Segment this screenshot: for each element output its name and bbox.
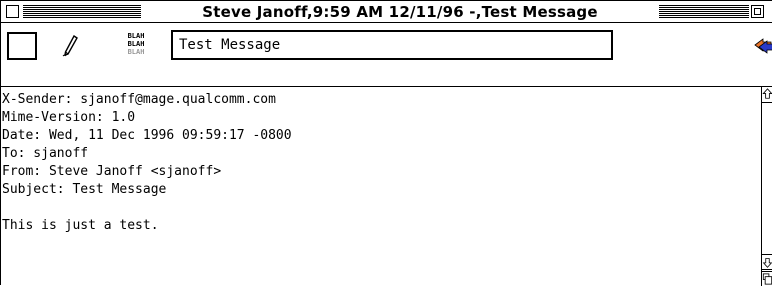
message-toolbar: BLAH BLAH BLAH Test Message [1, 23, 772, 87]
message-headers: X-Sender: sjanoff@mage.qualcomm.com Mime… [1, 87, 761, 217]
scroll-down-arrow-icon[interactable] [762, 254, 772, 270]
grow-box-icon[interactable] [762, 271, 772, 286]
header-to: To: sjanoff [2, 146, 89, 161]
window-title: Steve Janoff,9:59 AM 12/11/96 -,Test Mes… [147, 2, 653, 22]
scroll-track[interactable] [762, 103, 772, 254]
vertical-scrollbar[interactable] [761, 87, 772, 286]
blah-line: BLAH [127, 48, 145, 56]
title-bar-stripes-left [23, 5, 141, 18]
pencil-icon[interactable] [59, 33, 81, 59]
zoom-box-icon[interactable] [751, 5, 764, 18]
send-arrow-icon[interactable] [753, 31, 772, 57]
header-from: From: Steve Janoff <sjanoff> [2, 164, 222, 179]
blah-line: BLAH [127, 40, 145, 48]
header-date: Date: Wed, 11 Dec 1996 09:59:17 -0800 [2, 128, 292, 143]
message-window: Steve Janoff,9:59 AM 12/11/96 -,Test Mes… [0, 0, 772, 286]
message-text: This is just a test. [1, 217, 761, 235]
close-box-icon[interactable] [6, 5, 19, 18]
title-bar-stripes-right [659, 5, 749, 18]
subject-field[interactable]: Test Message [171, 30, 613, 60]
body-line: This is just a test. [2, 218, 159, 233]
scroll-up-arrow-icon[interactable] [762, 87, 772, 103]
priority-box-icon[interactable] [7, 32, 37, 60]
header-x-sender: X-Sender: sjanoff@mage.qualcomm.com [2, 92, 276, 107]
title-bar[interactable]: Steve Janoff,9:59 AM 12/11/96 -,Test Mes… [1, 1, 772, 23]
blah-blah-icon[interactable]: BLAH BLAH BLAH [123, 32, 149, 60]
message-body[interactable]: X-Sender: sjanoff@mage.qualcomm.com Mime… [1, 87, 761, 286]
blah-line: BLAH [127, 32, 145, 40]
header-mime-version: Mime-Version: 1.0 [2, 110, 136, 125]
header-subject: Subject: Test Message [2, 182, 167, 197]
